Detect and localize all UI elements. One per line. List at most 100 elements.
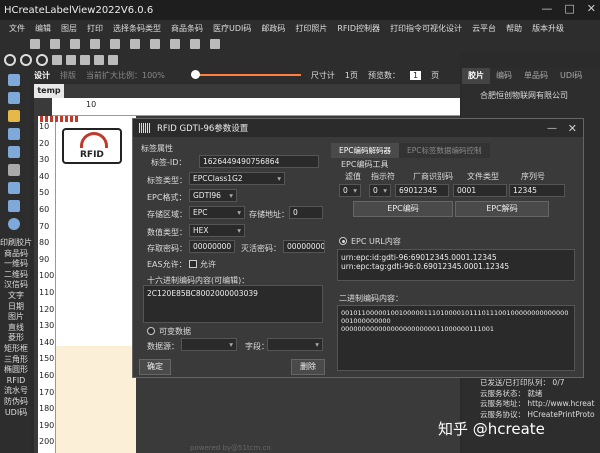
paste-icon[interactable] bbox=[108, 55, 118, 65]
tag-id-field[interactable]: 1626449490756864 bbox=[199, 155, 319, 168]
hex-content-textarea[interactable]: 2C120E85BC8002000003039 bbox=[143, 285, 323, 323]
fit-page-icon[interactable] bbox=[52, 55, 62, 65]
indicator-select[interactable]: 0 bbox=[369, 184, 391, 197]
tab-encoding[interactable]: 编码 bbox=[490, 68, 518, 84]
save-as-icon[interactable] bbox=[8, 146, 20, 158]
undo-icon[interactable] bbox=[66, 55, 76, 65]
ok-button[interactable]: 确定 bbox=[139, 359, 171, 375]
pointer-icon[interactable] bbox=[30, 39, 40, 49]
element-tool-item[interactable]: 直线 bbox=[0, 323, 32, 334]
element-tool-item[interactable]: 三角形 bbox=[0, 355, 32, 366]
epc-decode-button[interactable]: EPC解码 bbox=[455, 201, 549, 217]
tab-epc-codec[interactable]: EPC编码解码器 bbox=[331, 143, 399, 158]
epc-uri-radio[interactable] bbox=[339, 237, 347, 245]
preview-count[interactable]: 1 bbox=[409, 70, 422, 80]
layer-icon[interactable] bbox=[170, 39, 180, 49]
minimize-button[interactable]: — bbox=[541, 2, 552, 15]
menu-item[interactable]: 打印 bbox=[82, 23, 108, 34]
tab-film[interactable]: 胶片 bbox=[462, 68, 490, 84]
delete-button[interactable]: 删除 bbox=[291, 359, 325, 375]
element-tool-item[interactable]: 汉信码 bbox=[0, 280, 32, 291]
element-tool-item[interactable]: 文字 bbox=[0, 291, 32, 302]
element-tool-item[interactable]: 日期 bbox=[0, 302, 32, 313]
zoom-in-icon[interactable] bbox=[4, 54, 16, 66]
element-tool-item[interactable]: 一维码 bbox=[0, 259, 32, 270]
storage-select[interactable]: EPC bbox=[189, 206, 245, 219]
element-tool-item[interactable]: UDI码 bbox=[0, 408, 32, 419]
element-tool-item[interactable]: 流水号 bbox=[0, 386, 32, 397]
element-tool-item[interactable]: 矩形框 bbox=[0, 344, 32, 355]
field-select[interactable] bbox=[267, 338, 323, 351]
layer-icon[interactable] bbox=[150, 39, 160, 49]
copy-icon[interactable] bbox=[94, 55, 104, 65]
zoom-slider[interactable] bbox=[190, 70, 301, 79]
kill-password-field[interactable]: 00000000 bbox=[283, 240, 325, 253]
eas-checkbox[interactable] bbox=[189, 260, 197, 268]
var-data-radio[interactable] bbox=[147, 327, 155, 335]
cut-icon[interactable] bbox=[8, 164, 20, 176]
element-tool-item[interactable]: 二维码 bbox=[0, 270, 32, 281]
layer-icon[interactable] bbox=[130, 39, 140, 49]
layout-tab[interactable]: 排版 bbox=[60, 70, 76, 81]
zoom-fit-icon[interactable] bbox=[36, 54, 48, 66]
element-tool-item[interactable]: 商品码 bbox=[0, 249, 32, 260]
copy-icon[interactable] bbox=[8, 182, 20, 194]
menu-item[interactable]: 版本升级 bbox=[527, 23, 569, 34]
epc-uri-textarea[interactable]: urn:epc:id:gdti-96:69012345.0001.12345 u… bbox=[337, 249, 575, 281]
tab-item-code[interactable]: 单品码 bbox=[518, 68, 554, 84]
tab-temp[interactable]: temp bbox=[34, 84, 64, 98]
menu-item[interactable]: 选择条码类型 bbox=[108, 23, 166, 34]
menu-item[interactable]: 邮政码 bbox=[256, 23, 290, 34]
access-password-field[interactable]: 00000000 bbox=[189, 240, 235, 253]
paste-icon[interactable] bbox=[8, 200, 20, 212]
dtype-select[interactable]: HEX bbox=[189, 224, 245, 237]
tag-type-select[interactable]: EPCClass1G2 bbox=[189, 172, 285, 185]
binary-textarea[interactable]: 0010110000010010000011101000010111011100… bbox=[337, 305, 575, 371]
menu-item[interactable]: 图层 bbox=[56, 23, 82, 34]
help-icon[interactable] bbox=[8, 218, 20, 230]
design-tab[interactable]: 设计 bbox=[34, 70, 50, 81]
menu-item[interactable]: 打印照片 bbox=[290, 23, 332, 34]
align-icon[interactable] bbox=[70, 39, 80, 49]
menu-item[interactable]: RFID控制器 bbox=[332, 23, 385, 34]
new-file-icon[interactable] bbox=[8, 92, 20, 104]
element-tool-item[interactable]: 防伪码 bbox=[0, 397, 32, 408]
menu-item[interactable]: 商品条码 bbox=[166, 23, 208, 34]
filter-select[interactable]: 0 bbox=[339, 184, 361, 197]
tab-udi[interactable]: UDI码 bbox=[554, 68, 588, 84]
redo-icon[interactable] bbox=[80, 55, 90, 65]
grid-icon[interactable] bbox=[110, 39, 120, 49]
menu-item[interactable]: 云平台 bbox=[467, 23, 501, 34]
layer-icon[interactable] bbox=[190, 39, 200, 49]
zoom-out-icon[interactable] bbox=[20, 54, 32, 66]
epc-encode-button[interactable]: EPC编码 bbox=[353, 201, 453, 217]
factory-field[interactable]: 69012345 bbox=[395, 184, 449, 197]
align-icon[interactable] bbox=[90, 39, 100, 49]
dialog-minimize-button[interactable]: — bbox=[547, 123, 557, 134]
menu-item[interactable]: 打印指令可视化设计 bbox=[385, 23, 467, 34]
epc-format-select[interactable]: GDTI96 bbox=[189, 189, 237, 202]
text-icon[interactable] bbox=[50, 39, 60, 49]
element-tool-item[interactable]: RFID bbox=[0, 376, 32, 387]
print-icon[interactable] bbox=[210, 39, 220, 49]
element-tool-item[interactable]: 椭圆形 bbox=[0, 365, 32, 376]
close-button[interactable]: ✕ bbox=[587, 2, 596, 15]
save-icon[interactable] bbox=[8, 128, 20, 140]
filetype-field[interactable]: 0001 bbox=[453, 184, 507, 197]
menu-item[interactable]: 帮助 bbox=[501, 23, 527, 34]
maximize-button[interactable]: □ bbox=[564, 2, 574, 15]
open-folder-icon[interactable] bbox=[8, 110, 20, 122]
menu-item[interactable]: 文件 bbox=[4, 23, 30, 34]
element-tool-item[interactable]: 菱形 bbox=[0, 333, 32, 344]
dialog-close-button[interactable]: ✕ bbox=[568, 122, 577, 135]
tab-epc-data-control[interactable]: EPC标签数据编码控制 bbox=[399, 143, 490, 158]
serial-field[interactable]: 12345 bbox=[509, 184, 565, 197]
arrow-tool-icon[interactable] bbox=[8, 74, 20, 86]
rfid-element[interactable]: RFID bbox=[62, 128, 122, 164]
data-source-select[interactable] bbox=[181, 338, 237, 351]
menu-item[interactable]: 医疗UDI码 bbox=[208, 23, 256, 34]
address-field[interactable]: 0 bbox=[289, 206, 323, 219]
element-tool-item[interactable]: 图片 bbox=[0, 312, 32, 323]
menu-item[interactable]: 编辑 bbox=[30, 23, 56, 34]
element-tool-item[interactable]: 印刷胶片 bbox=[0, 238, 32, 249]
